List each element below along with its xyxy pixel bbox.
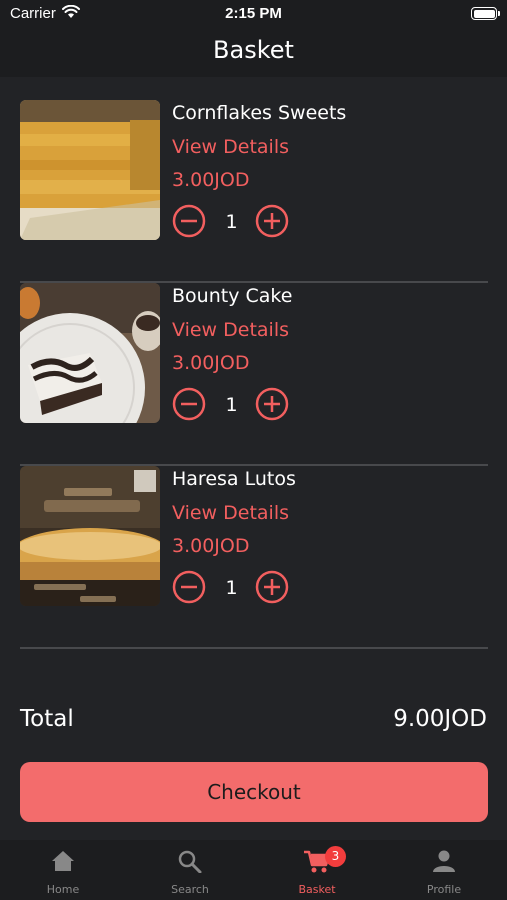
tab-home[interactable]: Home: [0, 840, 126, 900]
total-label: Total: [20, 706, 74, 732]
product-price: 3.00JOD: [172, 535, 250, 557]
quantity-value: 1: [225, 577, 238, 599]
view-details-link[interactable]: View Details: [172, 136, 289, 158]
basket-item: Bounty Cake View Details 3.00JOD 1: [20, 283, 488, 466]
product-image[interactable]: [20, 466, 160, 606]
tab-bar: Home Search 3 Basket Profile: [0, 840, 507, 900]
battery-icon: [471, 7, 500, 20]
cart-badge: 3: [325, 846, 346, 867]
home-icon: [52, 851, 74, 871]
product-name: Haresa Lutos: [172, 468, 296, 490]
tab-label: Profile: [426, 883, 462, 896]
product-image[interactable]: [20, 283, 160, 423]
view-details-link[interactable]: View Details: [172, 319, 289, 341]
tab-label: Basket: [298, 883, 336, 896]
view-details-link[interactable]: View Details: [172, 502, 289, 524]
quantity-value: 1: [225, 394, 238, 416]
tab-profile[interactable]: Profile: [381, 840, 507, 900]
status-bar: Carrier 2:15 PM: [0, 0, 507, 28]
product-image[interactable]: [20, 100, 160, 240]
decrease-quantity-button[interactable]: [172, 570, 206, 604]
product-name: Cornflakes Sweets: [172, 102, 347, 124]
person-icon: [433, 850, 455, 872]
tab-label: Search: [171, 883, 209, 896]
page-title: Basket: [213, 36, 294, 64]
product-price: 3.00JOD: [172, 169, 250, 191]
increase-quantity-button[interactable]: [255, 204, 289, 238]
tab-label: Home: [46, 883, 80, 896]
increase-quantity-button[interactable]: [255, 387, 289, 421]
tab-search[interactable]: Search: [127, 840, 253, 900]
product-price: 3.00JOD: [172, 352, 250, 374]
total-value: 9.00JOD: [393, 706, 487, 732]
clock: 2:15 PM: [225, 5, 282, 22]
decrease-quantity-button[interactable]: [172, 387, 206, 421]
product-name: Bounty Cake: [172, 285, 293, 307]
tab-basket[interactable]: 3 Basket: [254, 840, 380, 900]
search-icon: [178, 850, 202, 873]
quantity-value: 1: [225, 211, 238, 233]
basket-item: Cornflakes Sweets View Details 3.00JOD 1: [20, 100, 488, 283]
checkout-button[interactable]: Checkout: [20, 762, 488, 822]
increase-quantity-button[interactable]: [255, 570, 289, 604]
basket-item: Haresa Lutos View Details 3.00JOD 1: [20, 466, 488, 649]
decrease-quantity-button[interactable]: [172, 204, 206, 238]
navigation-bar: Basket: [0, 28, 507, 77]
